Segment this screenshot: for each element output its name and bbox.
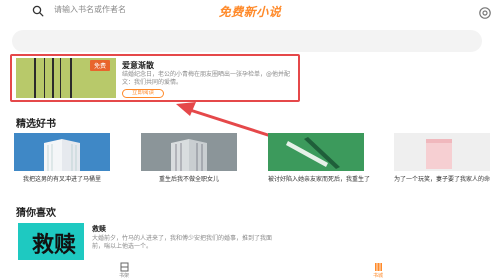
book-cover bbox=[141, 133, 237, 171]
nav-label: 书城 bbox=[372, 273, 383, 279]
featured-book-card[interactable]: 免费 爱意渐散 结婚纪念日，老公的小青梅在朋友圈晒出一张孕检单，@他并配文：我们… bbox=[12, 56, 298, 100]
free-badge: 免费 bbox=[89, 60, 110, 71]
book-card[interactable]: 被讨好陷入她亲友家而死后，我重生了 bbox=[268, 133, 371, 183]
guess-book-card[interactable]: 救赎 救赎 大婚前夕，竹马的人进来了，我和傅少安把我们的婚事，推到了我面前，喘以… bbox=[14, 220, 494, 260]
bookstore-icon bbox=[374, 263, 382, 271]
book-cover bbox=[268, 133, 364, 171]
nav-label: 书架 bbox=[118, 273, 129, 279]
bottom-nav: 书架 书城 bbox=[0, 260, 500, 280]
book-card[interactable]: 我把这男的有叉冲进了马桶里 bbox=[14, 133, 110, 183]
search-bar[interactable] bbox=[12, 30, 482, 52]
search-icon bbox=[32, 5, 44, 17]
guess-book-cover: 救赎 bbox=[18, 223, 84, 260]
book-title: 被讨好陷入她亲友家而死后，我重生了 bbox=[268, 176, 371, 183]
featured-book-cover: 免费 bbox=[16, 58, 116, 98]
section-title-featured: 精选好书 bbox=[16, 119, 56, 130]
book-cover bbox=[394, 133, 490, 171]
guess-book-title: 救赎 bbox=[92, 225, 106, 233]
book-card[interactable]: 为了一个玩笑，妻子要了我家人的命 bbox=[394, 133, 490, 183]
book-title: 为了一个玩笑，妻子要了我家人的命 bbox=[394, 176, 491, 183]
book-card[interactable]: 重生后我不做全职女儿 bbox=[141, 133, 237, 183]
read-now-button[interactable]: 立即阅读 bbox=[122, 89, 164, 98]
guess-cover-text: 救赎 bbox=[32, 233, 77, 258]
featured-book-title: 爱意渐散 bbox=[122, 61, 154, 70]
featured-book-description: 结婚纪念日，老公的小青梅在朋友圈晒出一张孕检单，@他并配文：我们共同的爱情。 bbox=[122, 71, 291, 86]
search-input[interactable]: 请输入书名或作者名 bbox=[54, 4, 126, 15]
book-title: 我把这男的有叉冲进了马桶里 bbox=[22, 176, 101, 183]
nav-bookshelf[interactable]: 书架 bbox=[112, 262, 136, 279]
settings-icon[interactable] bbox=[478, 6, 492, 20]
book-title: 重生后我不做全职女儿 bbox=[158, 176, 219, 183]
nav-bookstore[interactable]: 书城 bbox=[366, 262, 390, 279]
section-title-guess: 猜你喜欢 bbox=[16, 208, 56, 219]
bookshelf-icon bbox=[120, 262, 128, 272]
book-cover bbox=[14, 133, 110, 171]
guess-book-description: 大婚前夕，竹马的人进来了，我和傅少安把我们的婚事，推到了我面前，喘以上他选一个。 bbox=[92, 235, 273, 250]
